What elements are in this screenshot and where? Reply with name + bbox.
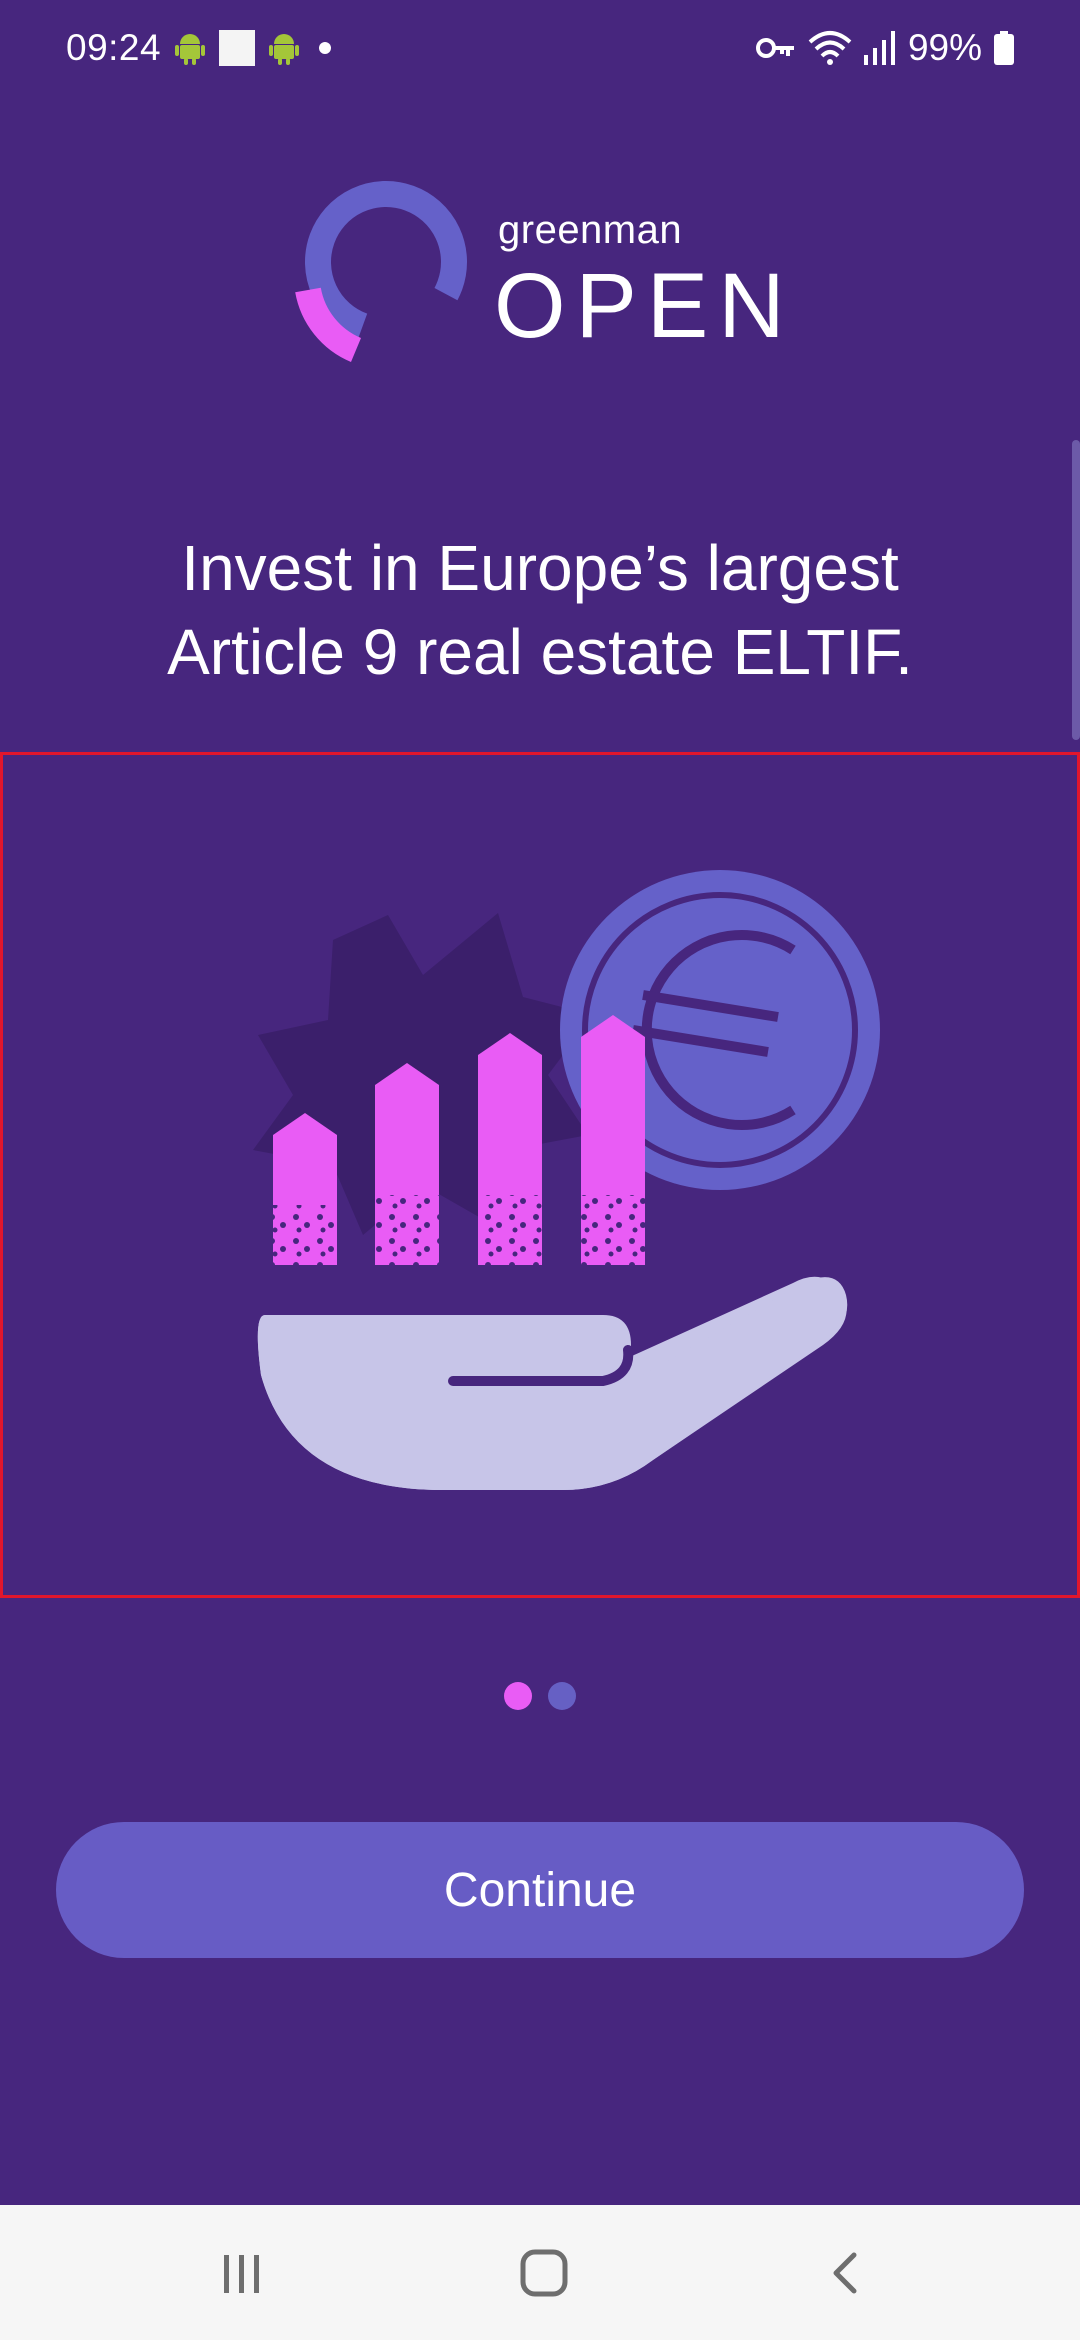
status-right: 99% bbox=[755, 22, 1014, 74]
android-icon bbox=[175, 31, 206, 65]
battery-percentage: 99% bbox=[907, 27, 982, 68]
continue-button[interactable]: Continue bbox=[56, 1822, 1024, 1958]
illustration-graphic bbox=[253, 870, 880, 1490]
page-dot-1[interactable] bbox=[504, 1682, 532, 1710]
system-nav-bar bbox=[0, 2205, 1080, 2340]
android-icon bbox=[269, 31, 300, 65]
vpn-key-icon bbox=[755, 35, 796, 61]
headline-line-1: Invest in Europe’s largest bbox=[181, 532, 899, 604]
logo-greenman-text: greenman bbox=[498, 208, 683, 252]
logo-open-text: OPEN bbox=[494, 255, 795, 357]
square-notification-icon bbox=[219, 30, 256, 66]
status-bar: 09:24 99% bbox=[0, 0, 1080, 96]
dot-icon bbox=[313, 36, 337, 60]
status-left: 09:24 bbox=[66, 22, 337, 74]
logo-ring-icon bbox=[295, 181, 467, 362]
battery-icon bbox=[994, 31, 1014, 65]
headline-line-2: Article 9 real estate ELTIF. bbox=[167, 616, 913, 688]
headline: Invest in Europe’s largest Article 9 rea… bbox=[60, 526, 1020, 694]
home-icon[interactable] bbox=[504, 2235, 584, 2311]
status-time: 09:24 bbox=[66, 27, 162, 68]
greenman-open-logo: greenman OPEN bbox=[278, 170, 808, 370]
recent-apps-icon[interactable] bbox=[202, 2235, 282, 2311]
wifi-icon bbox=[808, 30, 852, 66]
investment-illustration bbox=[0, 752, 1080, 1598]
page-indicator bbox=[0, 1682, 1080, 1712]
signal-icon bbox=[863, 31, 896, 65]
open-hand-icon bbox=[257, 1276, 848, 1490]
scroll-indicator bbox=[1072, 440, 1080, 740]
page-dot-2[interactable] bbox=[548, 1682, 576, 1710]
back-icon[interactable] bbox=[806, 2235, 886, 2311]
